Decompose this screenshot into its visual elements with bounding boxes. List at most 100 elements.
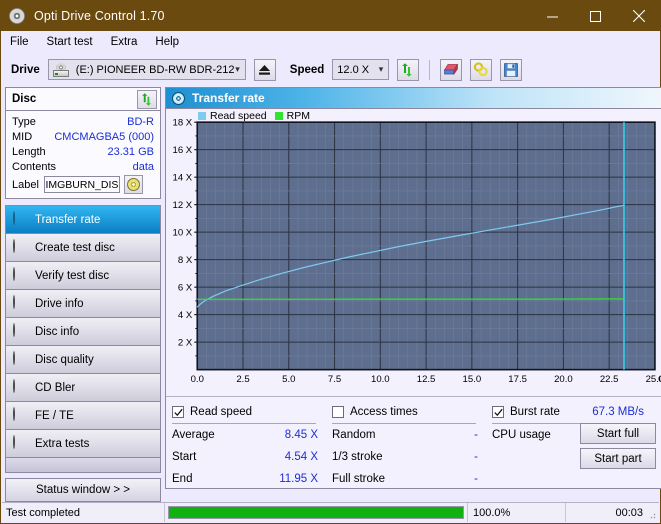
sidebar-item-verify-test-disc[interactable]: Verify test disc — [6, 262, 160, 290]
stat-key: Full stroke — [332, 473, 386, 485]
svg-text:7.5: 7.5 — [328, 374, 341, 385]
plot: 2 X 4 X 6 X 8 X 10 X 12 X 14 X 16 X 18 X 0.0 2.5 5.… — [166, 109, 661, 396]
stat-value: 4.54 X — [284, 451, 318, 463]
speed-select-value: 12.0 X — [337, 63, 370, 76]
menu-extra[interactable]: Extra — [111, 34, 147, 50]
drive-icon — [52, 62, 69, 77]
content-area: Disc Type BD-R MID CMCMAGBA5 (000) Lengt… — [1, 87, 661, 502]
svg-text:16 X: 16 X — [173, 145, 193, 156]
disc-field-mid-key: MID — [12, 130, 33, 143]
menu-start-test[interactable]: Start test — [47, 34, 102, 50]
svg-text:10 X: 10 X — [173, 228, 193, 239]
menu-help[interactable]: Help — [155, 34, 188, 50]
nav-list: Transfer rate Create test disc Verify te… — [5, 205, 161, 473]
disc-field-length-value: 23.31 GB — [107, 145, 154, 158]
drive-select-value: (E:) PIONEER BD-RW BDR-212D 1.00 — [75, 63, 235, 76]
sidebar-item-label: FE / TE — [35, 409, 74, 422]
main-panel: Transfer rate Read speed RPM 2 X4 X6 X8 … — [165, 87, 661, 489]
disc-label-key: Label — [12, 178, 39, 191]
disc-field-contents-key: Contents — [12, 160, 57, 173]
divider — [332, 423, 476, 424]
disc-icon — [13, 239, 28, 255]
title-bar: Opti Drive Control 1.70 — [1, 1, 660, 31]
maximize-button[interactable] — [574, 1, 617, 31]
disc-icon — [13, 435, 28, 451]
sidebar-item-disc-quality[interactable]: Disc quality — [6, 346, 160, 374]
stat-key: Random — [332, 429, 376, 441]
sidebar-item-cd-bler[interactable]: CD Bler — [6, 374, 160, 402]
read-speed-checkbox-group[interactable]: Read speed — [172, 406, 332, 418]
sidebar-item-drive-info[interactable]: Drive info — [6, 290, 160, 318]
disc-field-length: Length 23.31 GB — [12, 144, 154, 159]
eject-button[interactable] — [253, 58, 276, 81]
start-full-button[interactable]: Start full — [580, 423, 656, 444]
disc-label-button[interactable] — [123, 175, 143, 194]
svg-text:18 X: 18 X — [173, 118, 193, 129]
disc-field-type-value: BD-R — [127, 115, 154, 128]
svg-text:12.5: 12.5 — [417, 374, 436, 385]
minimize-button[interactable] — [531, 1, 574, 31]
link-button[interactable] — [470, 58, 493, 81]
disc-icon — [13, 211, 28, 227]
sidebar-item-label: Verify test disc — [35, 269, 110, 282]
drive-select[interactable]: (E:) PIONEER BD-RW BDR-212D 1.00 ▾ — [47, 59, 246, 80]
toolbar-separator — [429, 59, 431, 80]
chevron-down-icon: ▾ — [378, 64, 384, 74]
disc-icon — [9, 8, 25, 24]
sidebar-item-extra-tests[interactable]: Extra tests — [6, 430, 160, 458]
stat-key: 1/3 stroke — [332, 451, 383, 463]
refresh-button[interactable] — [397, 58, 420, 81]
close-button[interactable] — [617, 1, 660, 31]
disc-refresh-button[interactable] — [137, 89, 157, 109]
burst-rate-value: 67.3 MB/s — [592, 406, 644, 418]
svg-text:2 X: 2 X — [178, 338, 193, 349]
start-part-button[interactable]: Start part — [580, 448, 656, 469]
svg-text:8 X: 8 X — [178, 255, 193, 266]
sidebar-item-label: Create test disc — [35, 241, 115, 254]
sidebar-item-create-test-disc[interactable]: Create test disc — [6, 234, 160, 262]
burst-rate-checkbox[interactable] — [492, 406, 504, 418]
svg-text:6 X: 6 X — [178, 283, 193, 294]
stat-value: - — [474, 429, 478, 441]
progress-bar — [165, 503, 468, 522]
disc-panel-body: Type BD-R MID CMCMAGBA5 (000) Length 23.… — [6, 111, 160, 198]
left-sidebar: Disc Type BD-R MID CMCMAGBA5 (000) Lengt… — [5, 87, 161, 502]
disc-field-type-key: Type — [12, 115, 36, 128]
stat-key: End — [172, 473, 193, 485]
save-button[interactable] — [500, 58, 523, 81]
disc-field-mid: MID CMCMAGBA5 (000) — [12, 129, 154, 144]
speed-select[interactable]: 12.0 X ▾ — [332, 59, 390, 80]
svg-text:20.0: 20.0 — [554, 374, 573, 385]
disc-icon — [13, 323, 28, 339]
sidebar-item-label: Extra tests — [35, 437, 90, 450]
stats-header-row: Read speed Access times Burst rate 67.3 … — [172, 401, 658, 423]
status-window-button[interactable]: Status window > > — [5, 478, 161, 502]
svg-text:2.5: 2.5 — [236, 374, 249, 385]
status-message: Test completed — [2, 503, 165, 522]
erase-button[interactable] — [440, 58, 463, 81]
stat-value: - — [474, 451, 478, 463]
burst-rate-group[interactable]: Burst rate 67.3 MB/s — [492, 406, 658, 418]
read-speed-checkbox[interactable] — [172, 406, 184, 418]
divider — [172, 423, 316, 424]
svg-text:5.0: 5.0 — [282, 374, 295, 385]
stat-key: Start — [172, 451, 197, 463]
disc-panel: Disc Type BD-R MID CMCMAGBA5 (000) Lengt… — [5, 87, 161, 199]
disc-panel-title: Disc — [12, 93, 37, 105]
menu-file[interactable]: File — [10, 34, 38, 50]
disc-label-row: Label IMGBURN_DIS — [12, 175, 154, 194]
access-times-checkbox[interactable] — [332, 406, 344, 418]
access-times-label: Access times — [350, 406, 418, 418]
sidebar-item-disc-info[interactable]: Disc info — [6, 318, 160, 346]
stat-value: 8.45 X — [284, 429, 318, 441]
access-times-checkbox-group[interactable]: Access times — [332, 406, 492, 418]
svg-text:14 X: 14 X — [173, 173, 193, 184]
stat-end: End 11.95 X — [172, 473, 332, 485]
sidebar-item-transfer-rate[interactable]: Transfer rate — [6, 206, 160, 234]
stat-full-stroke: Full stroke - — [332, 473, 492, 485]
disc-panel-header: Disc — [6, 88, 160, 111]
resize-grip[interactable] — [646, 509, 656, 519]
sidebar-item-fe-te[interactable]: FE / TE — [6, 402, 160, 430]
disc-label-field[interactable]: IMGBURN_DIS — [43, 176, 120, 193]
chevron-down-icon: ▾ — [235, 64, 240, 74]
